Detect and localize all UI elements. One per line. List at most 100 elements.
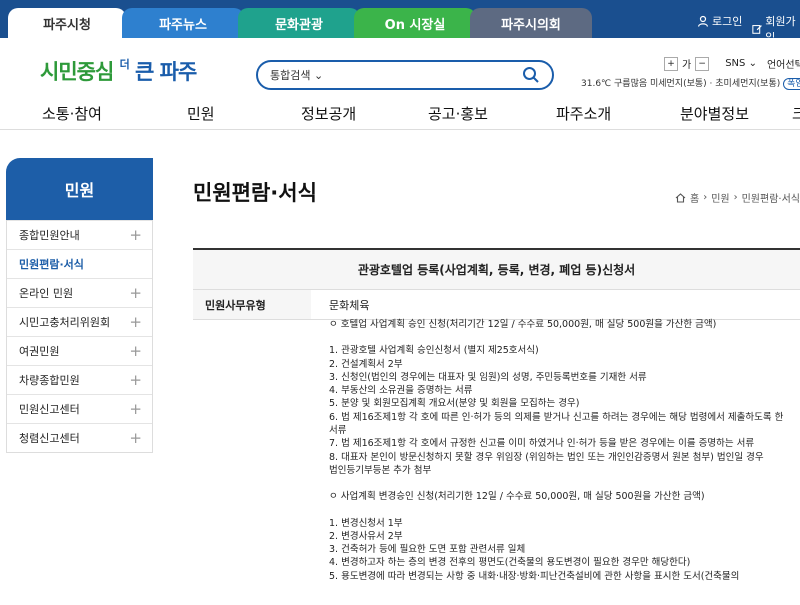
weather-info: 31.6℃ 구름많음 미세먼지(보통) · 초미세먼지(보통) 폭염경보 <box>581 76 800 90</box>
tab-on-mayor-office[interactable]: On 시장실 <box>354 8 476 38</box>
search-input[interactable] <box>333 69 522 81</box>
body-line: 8. 대표자 본인이 방문신청하지 못할 경우 위임장 (위임하는 법인 또는 … <box>329 451 764 463</box>
sidebar-item-label: 여권민원 <box>19 345 60 358</box>
body-line: 1. 변경신청서 1부 <box>329 517 403 529</box>
breadcrumb: 홈 › 민원 › 민원편람·서식 <box>675 190 800 205</box>
sidebar-item-label: 시민고충처리위원회 <box>19 316 111 329</box>
page-title: 민원편람·서식 <box>193 181 317 205</box>
font-size-label: 가 <box>682 60 692 71</box>
sidebar-title: 민원 <box>6 158 153 220</box>
body-line: 1. 관광호텔 사업계획 승인신청서 (별지 제25호서식) <box>329 345 539 357</box>
body-line: 3. 건축허가 등에 필요한 도면 포함 관련서류 일체 <box>329 544 526 556</box>
tab-paju-city-hall[interactable]: 파주시청 <box>8 8 126 38</box>
body-line: 4. 부동산의 소유권을 증명하는 서류 <box>329 385 473 397</box>
sidebar-item-general-guide[interactable]: 종합민원안내 + <box>7 220 152 249</box>
sidebar-item-label: 차량종합민원 <box>19 374 80 387</box>
chevron-down-icon: ⌄ <box>313 69 324 82</box>
type-row-key: 민원사무유형 <box>193 290 311 319</box>
language-dropdown[interactable]: 언어선택 ⌄ <box>767 56 800 71</box>
sidebar-item-grievance-committee[interactable]: 시민고충처리위원회 + <box>7 307 152 336</box>
nav-notice-pr[interactable]: 공고·홍보 <box>428 103 488 124</box>
chevron-right-icon: › <box>703 192 708 203</box>
document-title: 관광호텔업 등록(사업계획, 등록, 변경, 폐업 등)신청서 <box>193 250 800 290</box>
plus-icon[interactable]: + <box>129 429 142 447</box>
search-category-label: 통합검색 <box>270 69 311 82</box>
tab-culture-tourism[interactable]: 문화관광 <box>238 8 360 38</box>
body-line: 법인등기부등본 추가 첨부 <box>329 464 432 476</box>
login-link[interactable]: 로그인 <box>697 13 742 29</box>
plus-icon[interactable]: + <box>129 342 142 360</box>
document-table: 관광호텔업 등록(사업계획, 등록, 변경, 폐업 등)신청서 민원사무유형 문… <box>193 248 800 320</box>
main-nav: 소통·참여 민원 정보공개 공고·홍보 파주소개 분야별정보 크 <box>0 98 800 130</box>
language-label: 언어선택 <box>766 60 800 71</box>
font-decrease-button[interactable]: − <box>695 56 710 71</box>
body-line: 3. 신청인(법인의 경우에는 대표자 및 임원)의 성명, 주민등록번호를 기… <box>329 371 647 383</box>
body-line: 2. 건설계획서 2부 <box>329 358 403 370</box>
body-line: ㅇ 사업계획 변경승인 신청(처리기한 12일 / 수수료 50,000원, 매… <box>329 491 705 503</box>
document-body: ㅇ 호텔업 사업계획 승인 신청(처리기간 12일 / 수수료 50,000원,… <box>193 318 800 583</box>
breadcrumb-home[interactable]: 홈 <box>690 190 699 205</box>
sidebar-item-label: 종합민원안내 <box>19 229 80 242</box>
type-row-value: 문화체육 <box>329 298 370 312</box>
nav-civil-affairs[interactable]: 민원 <box>187 103 215 124</box>
sidebar-item-online[interactable]: 온라인 민원 + <box>7 278 152 307</box>
sidebar-item-label: 민원편람·서식 <box>19 258 84 271</box>
breadcrumb-current: 민원편람·서식 <box>741 194 800 205</box>
sns-label: SNS <box>725 58 746 69</box>
body-line: 5. 용도변경에 따라 변경되는 사항 중 내화·내장·방화·피난건축설비에 관… <box>329 570 740 582</box>
nav-info-disclosure[interactable]: 정보공개 <box>301 103 356 124</box>
nav-about-paju[interactable]: 파주소개 <box>556 103 611 124</box>
search-category-select[interactable]: 통합검색 ⌄ <box>270 67 323 83</box>
body-line: 2. 변경사유서 2부 <box>329 530 403 542</box>
tab-city-council[interactable]: 파주시의회 <box>470 8 592 38</box>
chevron-down-icon: ⌄ <box>748 58 757 69</box>
nav-more[interactable]: 크 <box>792 103 800 124</box>
sidebar-item-handbook-forms[interactable]: 민원편람·서식 <box>7 249 152 278</box>
sidebar-item-report-center[interactable]: 민원신고센터 + <box>7 394 152 423</box>
breadcrumb-civil[interactable]: 민원 <box>711 190 729 205</box>
plus-icon[interactable]: + <box>129 313 142 331</box>
logo-part2: 큰 파주 <box>135 60 197 84</box>
top-site-bar: 파주시청 파주뉴스 문화관광 On 시장실 파주시의회 로그인 회원가입 <box>0 0 800 44</box>
sidebar-item-label: 온라인 민원 <box>19 287 74 300</box>
sidebar-item-integrity-center[interactable]: 청렴신고센터 + <box>7 423 152 452</box>
weather-text: 31.6℃ 구름많음 미세먼지(보통) · 초미세먼지(보통) <box>581 79 781 89</box>
header-tools: + 가 − SNS ⌄ 언어선택 ⌄ <box>664 56 800 71</box>
edit-icon <box>752 25 762 34</box>
plus-icon[interactable]: + <box>129 226 142 244</box>
plus-icon[interactable]: + <box>129 284 142 302</box>
body-line: 5. 분양 및 회원모집계획 개요서(분양 및 회원을 모집하는 경우) <box>329 398 580 410</box>
sidebar-item-vehicle[interactable]: 차량종합민원 + <box>7 365 152 394</box>
search-bar: 통합검색 ⌄ <box>256 60 554 90</box>
sidebar-item-passport[interactable]: 여권민원 + <box>7 336 152 365</box>
font-increase-button[interactable]: + <box>664 56 678 71</box>
body-line: 7. 법 제16조제1항 각 호에서 규정한 신고를 이미 하였거나 인·허가 … <box>329 438 755 450</box>
body-line: 서류 <box>329 425 347 437</box>
sidebar-item-label: 민원신고센터 <box>19 403 80 416</box>
nav-sector-info[interactable]: 분야별정보 <box>680 103 749 124</box>
logo-part1: 시민중심 <box>40 60 114 84</box>
join-link[interactable]: 회원가입 <box>752 13 800 45</box>
user-icon <box>697 15 709 27</box>
login-label: 로그인 <box>712 15 743 28</box>
home-icon <box>675 192 686 203</box>
plus-icon[interactable]: + <box>129 371 142 389</box>
sidebar-item-label: 청렴신고센터 <box>19 432 80 445</box>
body-line: ㅇ 호텔업 사업계획 승인 신청(처리기간 12일 / 수수료 50,000원,… <box>329 319 717 330</box>
join-label: 회원가입 <box>765 15 796 44</box>
heat-warning-badge[interactable]: 폭염경보 <box>783 78 800 90</box>
body-line: 4. 변경하고자 하는 층의 변경 전후의 평면도(건축물의 용도변경이 필요한… <box>329 557 691 569</box>
site-logo[interactable]: 시민중심 더 큰 파주 <box>40 56 197 86</box>
plus-icon[interactable]: + <box>129 400 142 418</box>
search-icon[interactable] <box>522 66 540 84</box>
nav-communication[interactable]: 소통·참여 <box>42 103 102 124</box>
sidebar-menu: 종합민원안내 + 민원편람·서식 온라인 민원 + 시민고충처리위원회 + 여권… <box>6 220 153 453</box>
tab-paju-news[interactable]: 파주뉴스 <box>122 8 244 38</box>
body-line: 6. 법 제16조제1항 각 호에 따른 인·허가 등의 의제를 받거나 신고를… <box>329 411 784 423</box>
chevron-right-icon: › <box>733 192 738 203</box>
logo-sup: 더 <box>119 58 130 71</box>
sns-dropdown[interactable]: SNS ⌄ <box>725 58 757 69</box>
